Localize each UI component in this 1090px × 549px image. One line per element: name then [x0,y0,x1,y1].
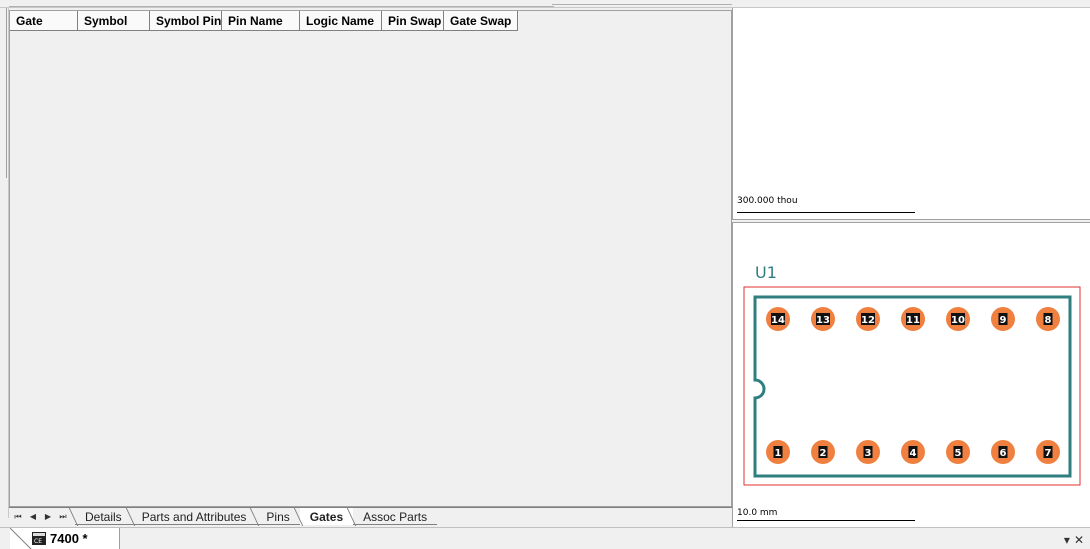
tab-gates[interactable]: Gates [299,508,354,525]
pad-label-10: 10 [951,315,965,326]
first-sheet-icon[interactable]: ⏮ [13,512,23,522]
pad-14: 14 [766,307,790,331]
bottom-pad-row: 1 2 3 4 5 6 7 [766,440,1060,464]
pad-3: 3 [856,440,880,464]
column-header-pin-name[interactable]: Pin Name [222,11,300,31]
component-icon: CE [32,532,46,545]
pad-label-3: 3 [865,448,872,459]
pad-5: 5 [946,440,970,464]
pad-label-5: 5 [955,448,962,459]
pad-label-13: 13 [816,315,830,326]
left-margin [0,8,9,518]
pad-label-1: 1 [775,448,782,459]
pad-label-2: 2 [820,448,827,459]
pad-label-7: 7 [1045,448,1052,459]
pad-11: 11 [901,307,925,331]
close-icon[interactable]: ✕ [1074,533,1084,547]
scale-bar-top [737,212,915,213]
column-header-symbol[interactable]: Symbol [78,11,150,31]
column-header-gate-swap[interactable]: Gate Swap [444,11,518,31]
grid-header-row: Gate Symbol Symbol Pin Pin Name Logic Na… [10,11,518,31]
pad-label-11: 11 [906,315,920,326]
pad-2: 2 [811,440,835,464]
footprint-preview-pane[interactable]: U1 14 13 12 11 10 9 8 1234567 10.0 mm [732,222,1090,527]
pad-10: 10 [946,307,970,331]
pad-12: 12 [856,307,880,331]
pad-4: 4 [901,440,925,464]
tab-assoc-parts[interactable]: Assoc Parts [353,508,438,525]
scale-label-top: 300.000 thou [737,196,798,206]
pad-13: 13 [811,307,835,331]
top-strip [0,0,1090,8]
pad-label-12: 12 [861,315,875,326]
column-header-symbol-pin[interactable]: Symbol Pin [150,11,222,31]
column-header-logic-name[interactable]: Logic Name [300,11,382,31]
pad-9: 9 [991,307,1015,331]
sheet-tab-bar: ⏮ ◀ ▶ ⏭ Details Parts and Attributes Pin… [9,507,732,526]
next-sheet-icon[interactable]: ▶ [43,512,53,522]
pad-label-8: 8 [1045,315,1052,326]
footprint-drawing: 14 13 12 11 10 9 8 1234567 [743,286,1081,486]
pad-8: 8 [1036,307,1060,331]
tab-parts-and-attributes[interactable]: Parts and Attributes [131,508,257,525]
document-tab-bar: CE 7400 * ▾ ✕ [0,527,1090,549]
pad-label-9: 9 [1000,315,1007,326]
app-window: Gate Symbol Symbol Pin Pin Name Logic Na… [0,0,1090,549]
document-tab[interactable]: CE 7400 * [10,528,120,549]
tab-details[interactable]: Details [75,508,132,525]
tab-pins[interactable]: Pins [256,508,300,525]
pad-label-4: 4 [910,448,917,459]
pad-label-14: 14 [771,315,785,326]
document-title: 7400 * [50,531,88,546]
pad-1: 1 [766,440,790,464]
last-sheet-icon[interactable]: ⏭ [58,512,68,522]
pin-dropdown-icon[interactable]: ▾ [1064,533,1070,547]
pad-label-6: 6 [1000,448,1007,459]
pad-6: 6 [991,440,1015,464]
column-header-gate[interactable]: Gate [10,11,78,31]
column-header-pin-swap[interactable]: Pin Swap [382,11,444,31]
prev-sheet-icon[interactable]: ◀ [28,512,38,522]
pad-7: 7 [1036,440,1060,464]
scale-label-bottom: 10.0 mm [737,508,778,518]
gates-grid[interactable]: Gate Symbol Symbol Pin Pin Name Logic Na… [9,10,732,507]
scale-bar-bottom [737,520,915,521]
top-pad-row: 14 13 12 11 10 9 8 [766,307,1060,331]
svg-text:CE: CE [34,538,42,545]
symbol-preview-pane[interactable]: 300.000 thou [732,8,1090,220]
